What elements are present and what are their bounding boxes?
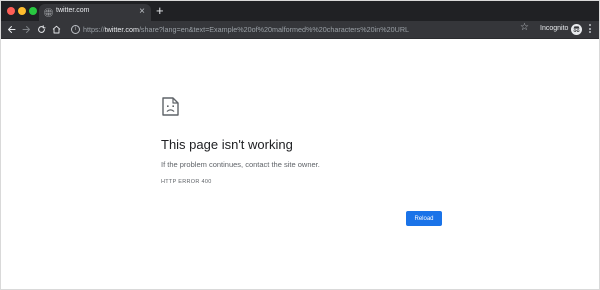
tab-title: twitter.com [56,7,90,14]
incognito-avatar-icon[interactable] [571,24,582,35]
error-message: If the problem continues, contact the si… [161,160,320,169]
browser-tab[interactable]: twitter.com × [39,4,151,21]
tab-strip: twitter.com × + [1,1,599,21]
more-menu-icon[interactable] [588,24,592,35]
reload-button[interactable]: Reload [406,211,442,226]
error-code: HTTP ERROR 400 [161,179,212,185]
window-minimize-dot[interactable] [18,7,26,15]
window-zoom-dot[interactable] [29,7,37,15]
home-icon[interactable] [51,24,62,35]
bookmark-star-icon[interactable]: ☆ [520,22,529,34]
back-arrow-icon[interactable] [6,24,17,35]
browser-window: twitter.com × + i https://twitter.com/sh… [0,0,600,290]
info-icon[interactable]: i [71,25,80,34]
globe-icon [44,8,53,17]
address-bar[interactable]: i https://twitter.com/share?lang=en&text… [67,23,537,36]
sad-page-icon [162,97,179,116]
new-tab-plus-icon[interactable]: + [156,3,164,19]
error-page: This page isn't working If the problem c… [1,39,599,289]
incognito-label[interactable]: Incognito [540,25,568,32]
page-heading: This page isn't working [161,137,293,152]
forward-arrow-icon[interactable] [21,24,32,35]
browser-toolbar: i https://twitter.com/share?lang=en&text… [1,21,599,39]
url-text[interactable]: https://twitter.com/share?lang=en&text=E… [83,25,409,34]
window-close-dot[interactable] [7,7,15,15]
tab-close-icon[interactable]: × [139,6,145,18]
reload-icon[interactable] [36,24,47,35]
